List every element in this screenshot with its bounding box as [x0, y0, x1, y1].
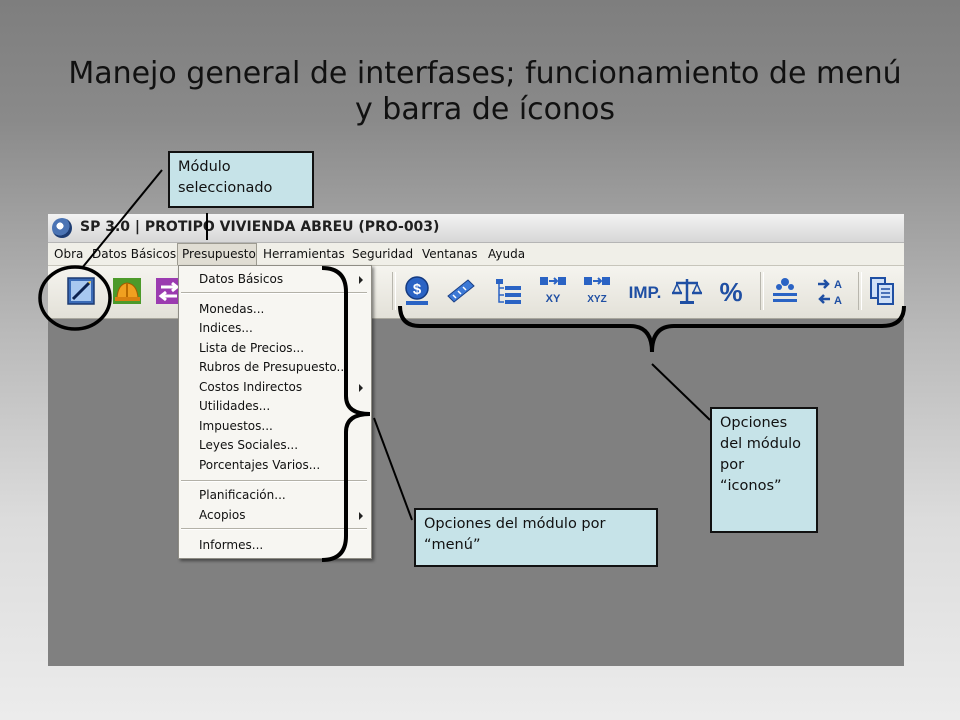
sort-az-icon[interactable]: AA: [814, 274, 848, 308]
svg-text:$: $: [413, 281, 422, 298]
copy-pages-icon[interactable]: [866, 274, 900, 308]
hard-hat-icon[interactable]: [110, 274, 144, 308]
dropdown-item[interactable]: Lista de Precios...: [179, 339, 371, 358]
dropdown-item[interactable]: Leyes Sociales...: [179, 436, 371, 455]
svg-text:A: A: [834, 279, 842, 291]
distribute-icon[interactable]: [768, 274, 802, 308]
window-title: SP 3.0 | PROTIPO VIVIENDA ABREU (PRO-003…: [80, 219, 440, 235]
list-tree-icon[interactable]: [492, 274, 526, 308]
coordinates-xyz-icon[interactable]: XYZ: [580, 274, 614, 308]
balance-scale-icon[interactable]: [670, 274, 704, 308]
dropdown-item[interactable]: Indices...: [179, 319, 371, 338]
presupuesto-dropdown: Datos Básicos Monedas... Indices... List…: [178, 265, 372, 559]
dropdown-separator: [181, 292, 367, 294]
dropdown-item-label: Porcentajes Varios...: [199, 458, 321, 472]
dropdown-item[interactable]: Impuestos...: [179, 417, 371, 436]
callout-module-selected: Módulo seleccionado: [168, 151, 314, 208]
menu-datos-basicos[interactable]: Datos Básicos: [88, 243, 180, 265]
imp-label: IMP.: [629, 283, 662, 302]
tax-imp-icon[interactable]: IMP.: [626, 274, 664, 308]
dropdown-item-label: Leyes Sociales...: [199, 438, 299, 452]
dropdown-item[interactable]: Utilidades...: [179, 397, 371, 416]
dropdown-separator: [181, 528, 367, 530]
callout-menu-options: Opciones del módulo por “menú”: [414, 508, 658, 567]
menu-presupuesto[interactable]: Presupuesto: [177, 243, 257, 265]
dropdown-item[interactable]: Rubros de Presupuesto...: [179, 358, 371, 377]
dropdown-item[interactable]: Planificación...: [179, 486, 371, 505]
toolbar-separator: [760, 272, 764, 310]
svg-text:A: A: [834, 295, 842, 307]
dropdown-item-label: Informes...: [199, 538, 264, 552]
menu-seguridad[interactable]: Seguridad: [348, 243, 417, 265]
menu-herramientas[interactable]: Herramientas: [259, 243, 349, 265]
xy-label: XY: [546, 293, 561, 305]
submenu-arrow-icon: [359, 276, 363, 284]
toolbar-separator: [392, 272, 396, 310]
app-logo-icon: [52, 218, 72, 238]
dropdown-item-label: Impuestos...: [199, 419, 273, 433]
dropdown-item-label: Monedas...: [199, 302, 265, 316]
submenu-arrow-icon: [359, 384, 363, 392]
dropdown-item-label: Datos Básicos: [199, 272, 284, 286]
percent-icon[interactable]: %: [714, 274, 748, 308]
money-bag-icon[interactable]: $: [400, 274, 434, 308]
dropdown-item-label: Acopios: [199, 508, 246, 522]
dropdown-item[interactable]: Informes...: [179, 536, 371, 555]
menubar: Obra Datos Básicos Presupuesto Herramien…: [48, 243, 904, 266]
percent-label: %: [719, 277, 742, 307]
module-edit-icon[interactable]: [64, 274, 98, 308]
slide-title: Manejo general de interfases; funcionami…: [68, 56, 902, 127]
measure-icon[interactable]: [444, 274, 478, 308]
dropdown-item[interactable]: Acopios: [179, 506, 371, 525]
dropdown-item-label: Utilidades...: [199, 399, 271, 413]
dropdown-item[interactable]: Costos Indirectos: [179, 378, 371, 397]
dropdown-item-label: Planificación...: [199, 488, 286, 502]
menu-ventanas[interactable]: Ventanas: [418, 243, 482, 265]
dropdown-item-label: Rubros de Presupuesto...: [199, 360, 348, 374]
dropdown-item-label: Costos Indirectos: [199, 380, 303, 394]
dropdown-item-label: Lista de Precios...: [199, 341, 305, 355]
dropdown-item[interactable]: Datos Básicos: [179, 270, 371, 289]
toolbar: $ XY XYZ IMP. % AA: [48, 266, 904, 319]
dropdown-item-label: Indices...: [199, 321, 253, 335]
menu-obra[interactable]: Obra: [50, 243, 87, 265]
menu-ayuda[interactable]: Ayuda: [484, 243, 529, 265]
toolbar-separator: [858, 272, 862, 310]
coordinates-xy-icon[interactable]: XY: [536, 274, 570, 308]
dropdown-item[interactable]: Porcentajes Varios...: [179, 456, 371, 475]
xyz-label: XYZ: [587, 294, 606, 305]
dropdown-item[interactable]: Monedas...: [179, 300, 371, 319]
callout-icon-options: Opciones del módulo por “iconos”: [710, 407, 818, 533]
dropdown-separator: [181, 480, 367, 482]
window-titlebar[interactable]: SP 3.0 | PROTIPO VIVIENDA ABREU (PRO-003…: [48, 214, 904, 243]
submenu-arrow-icon: [359, 512, 363, 520]
